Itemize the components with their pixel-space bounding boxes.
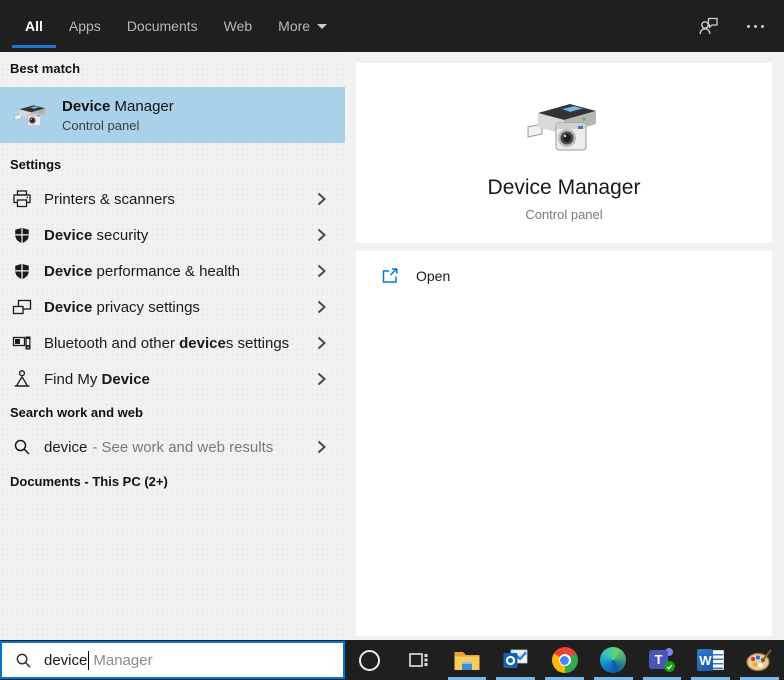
taskbar-outlook-button[interactable] <box>491 640 540 680</box>
tab-apps[interactable]: Apps <box>56 0 114 52</box>
result-device-privacy-settings[interactable]: Device privacy settings <box>0 289 345 325</box>
shield-icon <box>12 225 32 245</box>
taskbar-file-explorer-button[interactable] <box>443 640 492 680</box>
search-icon <box>15 652 32 669</box>
shield-icon <box>12 261 32 281</box>
web-search-section-label: Search work and web <box>10 405 143 420</box>
documents-section-label: Documents - This PC (2+) <box>10 474 168 489</box>
settings-section-label: Settings <box>10 157 62 172</box>
chevron-right-icon[interactable] <box>317 228 327 242</box>
result-bluetooth-devices-settings[interactable]: Bluetooth and other devices settings <box>0 325 345 361</box>
taskbar-icons: T W <box>345 640 784 680</box>
outlook-icon <box>502 648 529 672</box>
chevron-right-icon[interactable] <box>317 264 327 278</box>
taskbar-word-button[interactable]: W <box>686 640 735 680</box>
chevron-down-icon <box>317 23 328 29</box>
search-input[interactable]: device Manager <box>0 641 345 679</box>
cortana-icon <box>358 649 380 671</box>
search-typed-text: device <box>44 651 88 669</box>
teams-icon: T <box>649 648 676 672</box>
best-match-title: Device Manager <box>62 97 174 115</box>
device-manager-icon <box>14 102 48 129</box>
taskbar-task-view-button[interactable] <box>394 640 443 680</box>
result-printers-scanners[interactable]: Printers & scanners <box>0 181 345 217</box>
chevron-right-icon[interactable] <box>317 192 327 206</box>
results-panel: Best match Device Manager Control panel … <box>0 52 345 641</box>
best-match-section-label: Best match <box>10 61 81 76</box>
result-device-performance-health[interactable]: Device performance & health <box>0 253 345 289</box>
paint-icon <box>746 648 773 672</box>
result-device-security[interactable]: Device security <box>0 217 345 253</box>
devices-privacy-icon <box>12 297 32 317</box>
open-action-button[interactable]: Open <box>356 251 772 301</box>
preview-hero: Device Manager Control panel <box>356 63 772 243</box>
preview-subtitle: Control panel <box>525 207 603 222</box>
chevron-right-icon[interactable] <box>317 300 327 314</box>
chevron-right-icon[interactable] <box>317 440 327 454</box>
bluetooth-devices-icon <box>12 333 32 353</box>
tab-documents[interactable]: Documents <box>114 0 211 52</box>
open-action-label: Open <box>416 268 451 284</box>
user-feedback-icon[interactable] <box>697 15 719 37</box>
open-external-icon <box>381 267 399 285</box>
printer-icon <box>12 189 32 209</box>
search-icon <box>12 437 32 457</box>
tab-all[interactable]: All <box>12 0 56 52</box>
result-find-my-device[interactable]: Find My Device <box>0 361 345 397</box>
file-explorer-icon <box>453 649 481 672</box>
tab-web[interactable]: Web <box>211 0 266 52</box>
taskbar-edge-button[interactable] <box>589 640 638 680</box>
chevron-right-icon[interactable] <box>317 336 327 350</box>
preview-card: Device Manager Control panel Open <box>356 63 772 636</box>
best-match-subtitle: Control panel <box>62 117 140 133</box>
chevron-right-icon[interactable] <box>317 372 327 386</box>
task-view-icon <box>407 649 429 671</box>
search-header: All Apps Documents Web More <box>0 0 784 52</box>
result-web-search-device[interactable]: device - See work and web results <box>0 429 345 465</box>
search-inline-suggestion: Manager <box>93 651 153 669</box>
find-my-device-icon <box>12 369 32 389</box>
preview-title: Device Manager <box>487 176 641 199</box>
search-filter-tabs: All Apps Documents Web More <box>12 0 340 52</box>
taskbar-teams-button[interactable]: T <box>638 640 687 680</box>
settings-results-list: Printers & scanners Device security Devi… <box>0 181 345 397</box>
best-match-result-device-manager[interactable]: Device Manager Control panel <box>0 87 345 143</box>
windows-search-flyout: { "header": { "tabs": [ {"label": "All"}… <box>0 0 784 680</box>
word-icon: W <box>697 649 725 671</box>
tab-more[interactable]: More <box>265 0 340 52</box>
more-options-icon[interactable] <box>745 19 766 34</box>
taskbar-chrome-button[interactable] <box>540 640 589 680</box>
device-manager-icon <box>526 97 602 157</box>
text-cursor <box>88 650 90 670</box>
chrome-icon <box>551 647 578 673</box>
taskbar-cortana-button[interactable] <box>345 640 394 680</box>
status-available-icon <box>664 661 676 672</box>
edge-icon <box>600 647 627 673</box>
taskbar-paint-button[interactable] <box>735 640 784 680</box>
preview-pane: Device Manager Control panel Open <box>345 52 784 640</box>
section-divider <box>356 243 772 251</box>
